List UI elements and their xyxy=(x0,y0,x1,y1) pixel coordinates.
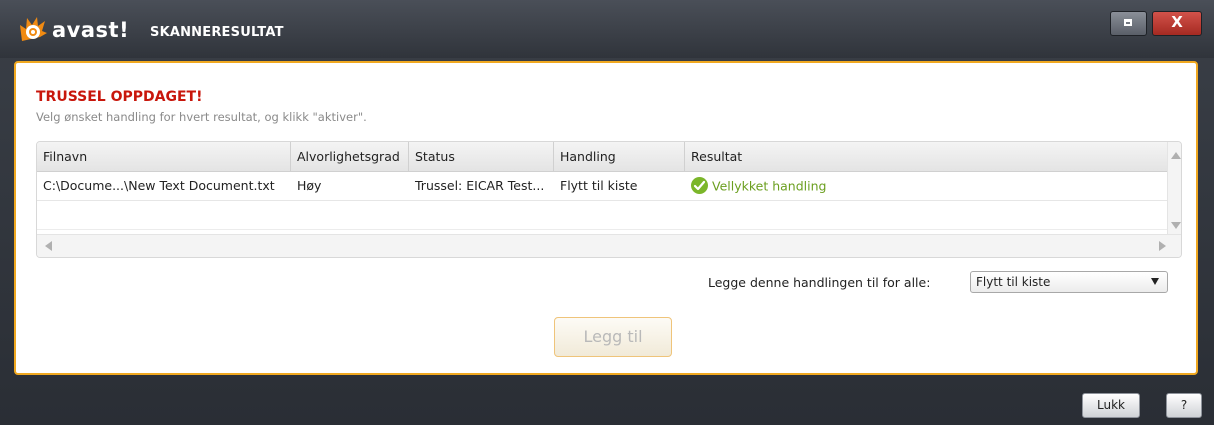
scroll-right-icon[interactable] xyxy=(1159,241,1166,251)
results-panel: TRUSSEL OPPDAGET! Velg ønsket handling f… xyxy=(14,61,1198,375)
logo-text: avast! xyxy=(52,18,130,42)
result-text: Vellykket handling xyxy=(712,178,827,194)
results-table: Filnavn Alvorlighetsgrad Status Handling… xyxy=(36,141,1182,258)
column-header-severity[interactable]: Alvorlighetsgrad xyxy=(291,142,409,171)
help-button[interactable]: ? xyxy=(1166,393,1202,418)
scroll-down-icon[interactable] xyxy=(1171,222,1181,229)
scroll-left-icon[interactable] xyxy=(45,241,52,251)
apply-all-selected-value: Flytt til kiste xyxy=(976,275,1051,289)
vertical-scrollbar[interactable] xyxy=(1167,142,1181,234)
apply-button[interactable]: Legg til xyxy=(554,317,672,357)
check-circle-icon xyxy=(691,177,708,194)
table-header: Filnavn Alvorlighetsgrad Status Handling… xyxy=(37,142,1167,172)
cell-filename: C:\Docume...\New Text Document.txt xyxy=(43,178,275,193)
column-header-action[interactable]: Handling xyxy=(554,142,685,171)
scroll-up-icon[interactable] xyxy=(1171,152,1181,159)
horizontal-scrollbar[interactable] xyxy=(37,234,1181,257)
table-row[interactable]: C:\Docume...\New Text Document.txt Høy T… xyxy=(37,172,1167,201)
avast-logo: avast! xyxy=(18,14,129,46)
avast-logo-icon xyxy=(18,15,48,45)
cell-action[interactable]: Flytt til kiste xyxy=(554,172,685,200)
cell-result: Vellykket handling xyxy=(685,172,1167,200)
cell-status: Trussel: EICAR Test... xyxy=(415,178,545,193)
maximize-icon xyxy=(1124,19,1132,26)
close-button[interactable]: Lukk xyxy=(1082,393,1140,418)
column-header-filename[interactable]: Filnavn xyxy=(37,142,291,171)
threat-instructions: Velg ønsket handling for hvert resultat,… xyxy=(36,110,367,124)
apply-all-select[interactable]: Flytt til kiste xyxy=(970,271,1168,293)
maximize-button[interactable] xyxy=(1110,11,1147,36)
table-row-empty xyxy=(37,201,1167,230)
column-header-status[interactable]: Status xyxy=(409,142,554,171)
apply-all-label: Legge denne handlingen til for alle: xyxy=(708,275,931,290)
close-window-button[interactable]: X xyxy=(1152,11,1202,36)
column-header-result[interactable]: Resultat xyxy=(685,142,1167,171)
window-title: SKANNERESULTAT xyxy=(150,25,284,40)
chevron-down-icon xyxy=(1151,278,1159,285)
title-bar: avast! SKANNERESULTAT X xyxy=(0,0,1214,58)
threat-heading: TRUSSEL OPPDAGET! xyxy=(36,89,203,105)
close-icon: X xyxy=(1171,13,1183,31)
scan-results-window: avast! SKANNERESULTAT X TRUSSEL OPPDAGET… xyxy=(0,0,1214,425)
cell-severity: Høy xyxy=(297,178,322,193)
